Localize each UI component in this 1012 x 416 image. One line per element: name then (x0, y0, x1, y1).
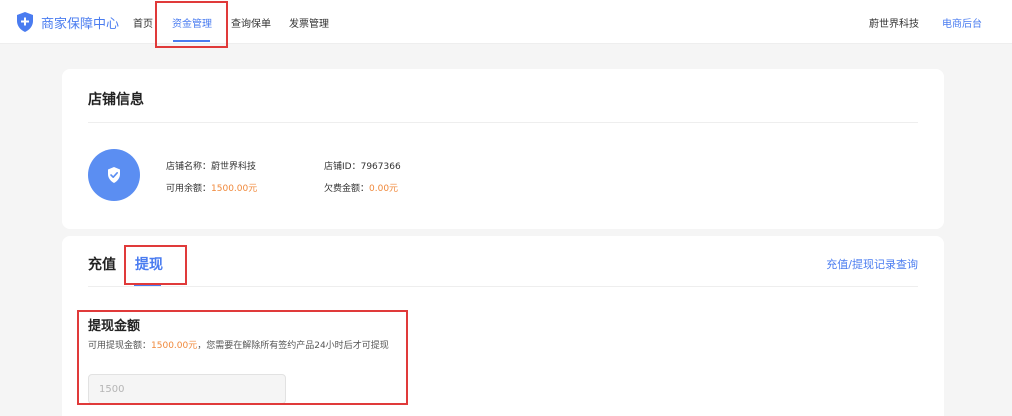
divider (88, 286, 918, 287)
withdraw-hint-prefix: 可用提现金额： (88, 341, 152, 351)
shop-id-label: 店铺ID： (324, 162, 361, 172)
shop-id-value: 7967366 (360, 162, 401, 172)
shield-plus-icon (17, 12, 33, 32)
top-navigation-bar: 商家保障中心 首页 资金管理 查询保单 发票管理 蔚世界科技 电商后台 (0, 0, 1012, 44)
shop-id-row: 店铺ID：7967366 (324, 159, 401, 172)
backend-link[interactable]: 电商后台 (942, 15, 982, 30)
nav-item-funds[interactable]: 资金管理 (172, 15, 212, 30)
balance-label: 可用余额： (166, 184, 212, 194)
shop-name-row: 店铺名称：蔚世界科技 (166, 159, 256, 172)
arrears-row: 欠费金额：0.00元 (324, 181, 398, 194)
withdraw-hint-suffix: ，您需要在解除所有签约产品24小时后才可提现 (197, 341, 389, 351)
tab-withdraw[interactable]: 提现 (135, 254, 163, 274)
arrears-label: 欠费金额： (324, 184, 370, 194)
withdraw-hint: 可用提现金额：1500.00元，您需要在解除所有签约产品24小时后才可提现 (88, 338, 389, 351)
nav-active-indicator (173, 40, 210, 42)
brand-title: 商家保障中心 (41, 16, 120, 32)
shop-name-value: 蔚世界科技 (211, 162, 257, 172)
tab-recharge[interactable]: 充值 (88, 254, 116, 274)
nav-item-policy-query[interactable]: 查询保单 (231, 15, 271, 30)
balance-value: 1500.00元 (211, 184, 258, 194)
shop-info-card: 店铺信息 店铺名称：蔚世界科技 店铺ID：7967366 可用余额：1500.0… (62, 69, 944, 229)
withdraw-amount-title: 提现金额 (88, 319, 141, 334)
divider (88, 122, 918, 123)
brand[interactable]: 商家保障中心 (16, 12, 119, 32)
shop-info-title: 店铺信息 (88, 92, 144, 108)
shield-check-icon (108, 167, 120, 183)
record-query-link[interactable]: 充值/提现记录查询 (826, 256, 918, 272)
nav-item-invoice[interactable]: 发票管理 (289, 15, 329, 30)
shop-name-link[interactable]: 蔚世界科技 (869, 15, 919, 30)
arrears-value: 0.00元 (369, 184, 399, 194)
withdraw-hint-amount: 1500.00元 (151, 341, 198, 351)
shop-name-label: 店铺名称： (166, 162, 212, 172)
shop-avatar (88, 149, 140, 201)
nav-item-home[interactable]: 首页 (133, 15, 153, 30)
funds-card: 充值 提现 充值/提现记录查询 提现金额 可用提现金额：1500.00元，您需要… (62, 236, 944, 416)
balance-row: 可用余额：1500.00元 (166, 181, 257, 194)
